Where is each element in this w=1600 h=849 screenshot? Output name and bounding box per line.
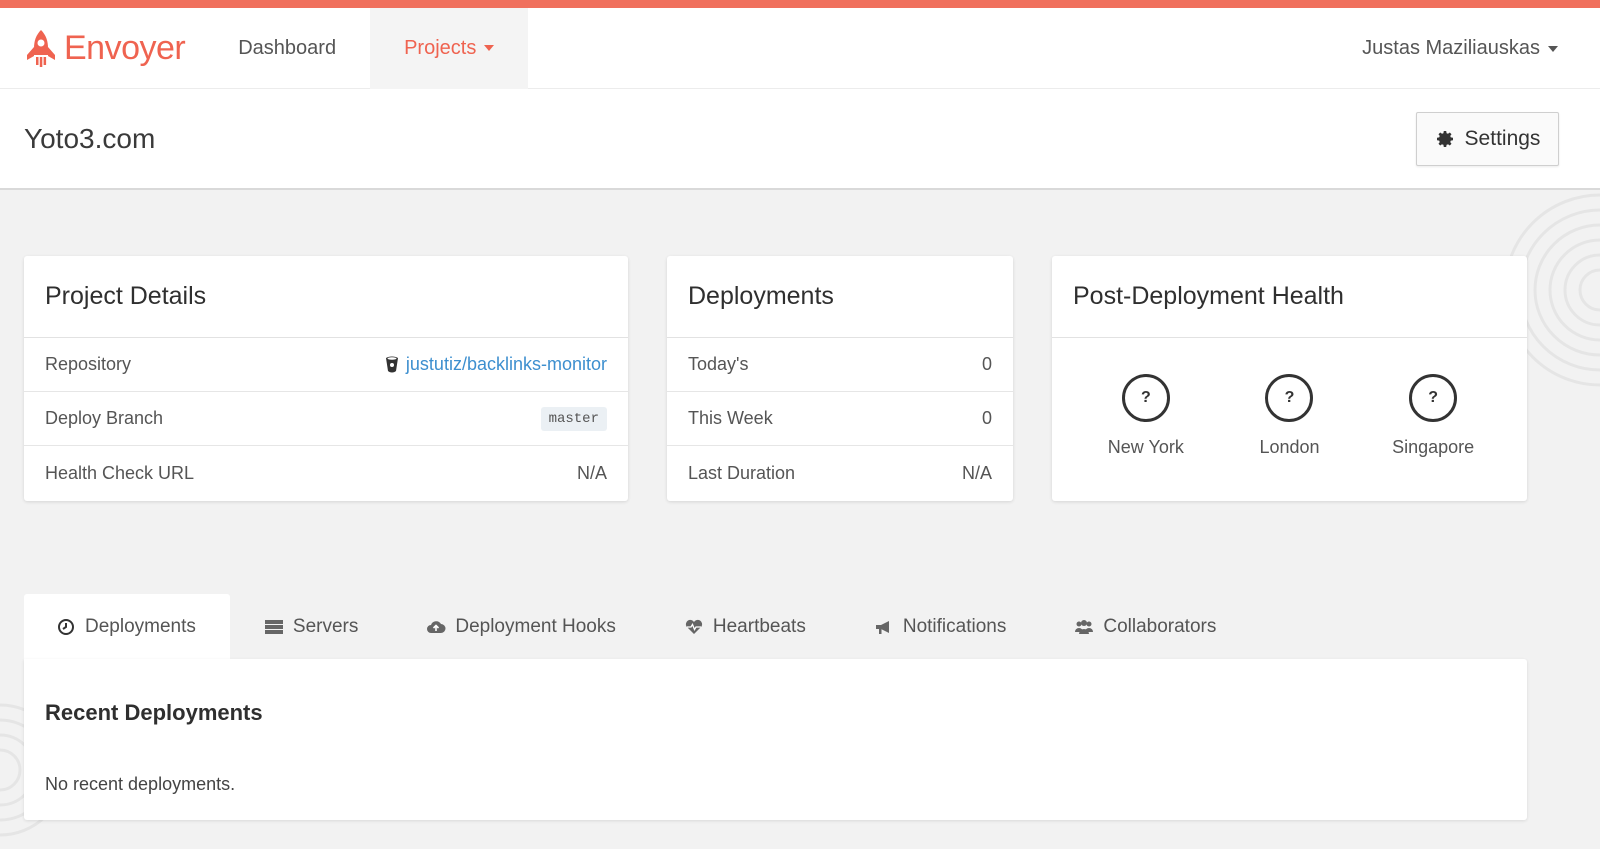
unknown-status-icon: ? <box>1409 374 1458 422</box>
user-name: Justas Maziliauskas <box>1362 37 1540 59</box>
tab-label: Collaborators <box>1103 616 1217 637</box>
last-duration-value: N/A <box>961 462 992 483</box>
user-menu[interactable]: Justas Maziliauskas <box>1362 8 1558 89</box>
brand-logo-link[interactable]: Envoyer <box>24 8 186 89</box>
health-title: Post-Deployment Health <box>1052 256 1527 338</box>
location-name: New York <box>1107 437 1184 457</box>
this-week-value: 0 <box>981 408 992 428</box>
page-title: Yoto3.com <box>24 122 156 154</box>
health-check-label: Health Check URL <box>45 462 195 483</box>
bullhorn-icon <box>875 621 889 634</box>
unknown-status-icon: ? <box>1121 374 1170 422</box>
tab-label: Deployments <box>85 616 196 637</box>
deploy-branch-row: Deploy Branch master <box>24 392 628 446</box>
nav-projects[interactable]: Projects <box>370 7 529 89</box>
tab-label: Servers <box>292 616 359 637</box>
health-check-row: Health Check URL N/A <box>24 446 628 500</box>
settings-button[interactable]: Settings <box>1416 112 1559 166</box>
deployments-card: Deployments Today's 0 This Week 0 Last D… <box>667 256 1013 501</box>
brand-name: Envoyer <box>64 28 186 67</box>
clock-icon <box>58 619 74 635</box>
health-location-new-york: ? New York <box>1086 374 1206 458</box>
todays-row: Today's 0 <box>667 338 1013 392</box>
deployments-title: Deployments <box>667 256 1013 338</box>
health-location-singapore: ? Singapore <box>1373 374 1493 458</box>
cloud-upload-icon <box>427 621 446 633</box>
deploy-branch-label: Deploy Branch <box>45 408 164 428</box>
gear-icon <box>1436 131 1453 147</box>
location-name: Singapore <box>1392 437 1475 457</box>
tab-deployments[interactable]: Deployments <box>24 594 230 660</box>
project-details-title: Project Details <box>24 256 628 338</box>
recent-deployments-panel: Recent Deployments No recent deployments… <box>24 659 1527 820</box>
nav-dashboard[interactable]: Dashboard <box>204 8 370 89</box>
recent-deployments-title: Recent Deployments <box>45 700 263 725</box>
repository-row: Repository justutiz/backlinks-monitor <box>24 338 628 392</box>
branch-badge: master <box>540 406 607 431</box>
server-icon <box>264 620 283 634</box>
health-location-london: ? London <box>1229 374 1349 458</box>
project-tabs: Deployments Servers Deployment Hooks Hea… <box>24 594 1250 660</box>
settings-label: Settings <box>1464 127 1541 150</box>
no-deployments-message: No recent deployments. <box>45 774 236 794</box>
rocket-logo-icon <box>27 30 55 67</box>
this-week-row: This Week 0 <box>667 392 1013 446</box>
location-name: London <box>1259 437 1320 457</box>
tab-label: Deployment Hooks <box>455 616 616 637</box>
repository-label: Repository <box>45 354 132 374</box>
this-week-label: This Week <box>688 408 773 428</box>
bitbucket-icon <box>385 356 398 373</box>
tab-collaborators[interactable]: Collaborators <box>1040 594 1250 660</box>
navbar: Envoyer Dashboard Projects Justas Mazili… <box>0 7 1600 89</box>
users-icon <box>1075 620 1094 634</box>
last-duration-row: Last Duration N/A <box>667 446 1013 500</box>
heartbeat-icon <box>685 619 703 634</box>
tab-label: Notifications <box>902 616 1007 637</box>
chevron-down-icon <box>1548 45 1558 52</box>
repository-value: justutiz/backlinks-monitor <box>405 354 607 374</box>
tab-heartbeats[interactable]: Heartbeats <box>650 594 840 660</box>
nav-projects-label: Projects <box>404 36 477 59</box>
tab-notifications[interactable]: Notifications <box>840 594 1041 660</box>
unknown-status-icon: ? <box>1265 374 1314 422</box>
tab-deployment-hooks[interactable]: Deployment Hooks <box>392 594 650 660</box>
page-header: Yoto3.com Settings <box>0 89 1600 190</box>
todays-label: Today's <box>688 354 749 374</box>
tab-servers[interactable]: Servers <box>230 594 392 660</box>
health-card: Post-Deployment Health ? New York ? Lond… <box>1052 256 1527 501</box>
todays-value: 0 <box>981 354 992 374</box>
repository-link[interactable]: justutiz/backlinks-monitor <box>385 354 607 375</box>
last-duration-label: Last Duration <box>688 462 796 483</box>
chevron-down-icon <box>484 45 495 51</box>
tab-label: Heartbeats <box>712 616 806 637</box>
project-details-card: Project Details Repository justutiz/back… <box>24 256 628 501</box>
health-check-value: N/A <box>576 462 607 483</box>
health-locations: ? New York ? London ? Singapore <box>1052 338 1527 458</box>
